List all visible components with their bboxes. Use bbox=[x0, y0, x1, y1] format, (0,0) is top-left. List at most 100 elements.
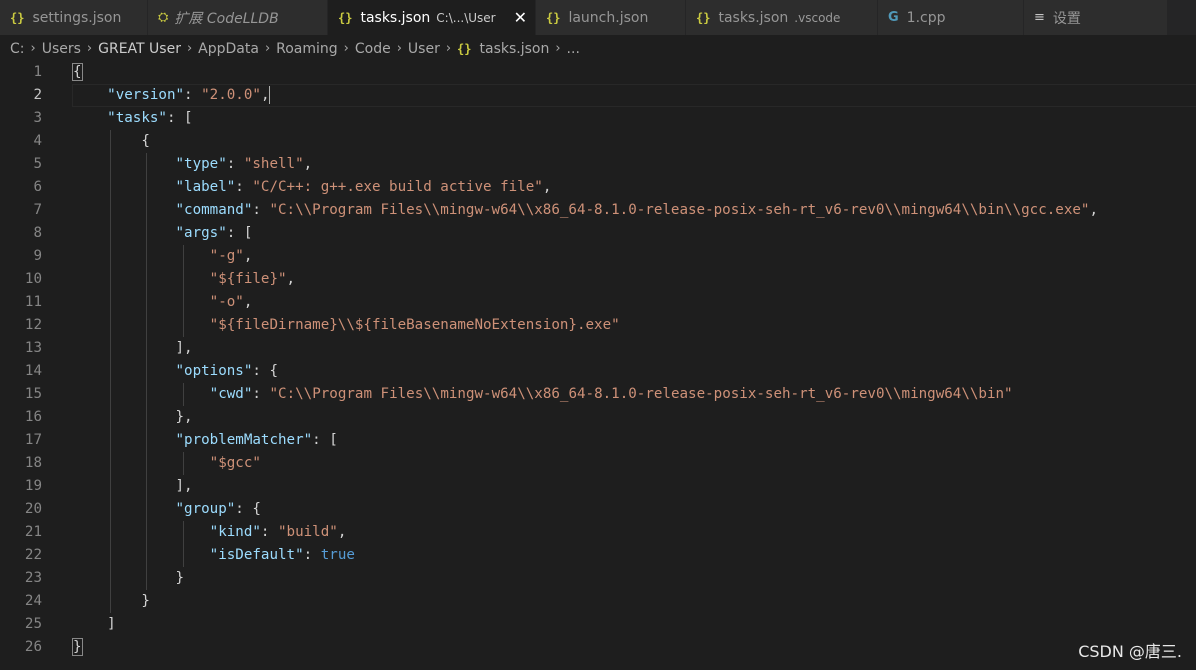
line-number: 7 bbox=[33, 202, 42, 218]
code-text: ] bbox=[73, 616, 116, 632]
indent-guide bbox=[109, 475, 111, 498]
tab-description: C:\...\User bbox=[436, 10, 496, 25]
breadcrumb-item[interactable]: C: bbox=[10, 41, 25, 57]
tab-label: tasks.json bbox=[360, 9, 431, 26]
indent-guide bbox=[146, 222, 148, 245]
json-braces-icon: {} bbox=[696, 10, 711, 25]
indent-guide bbox=[146, 383, 148, 406]
code-line[interactable]: 9 "-g", bbox=[0, 245, 1196, 268]
chevron-right-icon: › bbox=[555, 41, 561, 56]
line-number: 18 bbox=[24, 455, 42, 471]
code-text: "$gcc" bbox=[209, 455, 261, 471]
indent-guide bbox=[146, 406, 148, 429]
line-number: 4 bbox=[33, 133, 42, 149]
line-number: 22 bbox=[24, 547, 42, 563]
tab-tasks-json-vscode[interactable]: {} tasks.json .vscode bbox=[686, 0, 878, 35]
indent-guide bbox=[146, 176, 148, 199]
breadcrumb-item[interactable]: Code bbox=[355, 41, 391, 57]
code-text: "isDefault": true bbox=[209, 547, 355, 563]
indent-guide bbox=[146, 498, 148, 521]
menu-icon: ≡ bbox=[1034, 10, 1045, 25]
tab-label: 1.cpp bbox=[906, 9, 946, 26]
code-text: "tasks": [ bbox=[107, 110, 193, 126]
code-text: "cwd": "C:\\Program Files\\mingw-w64\\x8… bbox=[209, 386, 1013, 402]
line-number: 17 bbox=[24, 432, 42, 448]
breadcrumb-item[interactable]: Users bbox=[42, 41, 81, 57]
code-line[interactable]: 17 "problemMatcher": [ bbox=[0, 429, 1196, 452]
code-text: } bbox=[72, 638, 83, 656]
code-line[interactable]: 21 "kind": "build", bbox=[0, 521, 1196, 544]
line-number: 21 bbox=[24, 524, 42, 540]
tab-settings-ui[interactable]: ≡ 设置 bbox=[1024, 0, 1168, 35]
tab-launch-json[interactable]: {} launch.json bbox=[536, 0, 686, 35]
indent-guide bbox=[109, 452, 111, 475]
code-line[interactable]: 11 "-o", bbox=[0, 291, 1196, 314]
code-line[interactable]: 19 ], bbox=[0, 475, 1196, 498]
indent-guide bbox=[109, 222, 111, 245]
code-line[interactable]: 26} bbox=[0, 636, 1196, 659]
code-editor[interactable]: 1{2 "version": "2.0.0", 3 "tasks": [4 {5 … bbox=[0, 61, 1196, 670]
code-text: "problemMatcher": [ bbox=[175, 432, 338, 448]
breadcrumb-item[interactable]: tasks.json bbox=[480, 41, 550, 57]
tab-extension-codelldb[interactable]: ⛭ 扩展 CodeLLDB bbox=[148, 0, 328, 35]
code-line[interactable]: 10 "${file}", bbox=[0, 268, 1196, 291]
indent-guide bbox=[146, 153, 148, 176]
code-line[interactable]: 22 "isDefault": true bbox=[0, 544, 1196, 567]
breadcrumb-item[interactable]: User bbox=[408, 41, 440, 57]
tab-1-cpp[interactable]: G 1.cpp bbox=[878, 0, 1024, 35]
breadcrumb-item[interactable]: AppData bbox=[198, 41, 259, 57]
line-number: 11 bbox=[24, 294, 42, 310]
code-line[interactable]: 4 { bbox=[0, 130, 1196, 153]
chevron-right-icon: › bbox=[186, 41, 193, 56]
code-line[interactable]: 15 "cwd": "C:\\Program Files\\mingw-w64\… bbox=[0, 383, 1196, 406]
line-number: 19 bbox=[24, 478, 42, 494]
code-text: { bbox=[72, 63, 83, 81]
line-number: 3 bbox=[33, 110, 42, 126]
code-text: "${fileDirname}\\${fileBasenameNoExtensi… bbox=[209, 317, 620, 333]
code-line[interactable]: 20 "group": { bbox=[0, 498, 1196, 521]
tab-settings-json[interactable]: {} settings.json bbox=[0, 0, 148, 35]
breadcrumb-item[interactable]: GREAT User bbox=[98, 41, 181, 57]
breadcrumb-item[interactable]: ... bbox=[567, 41, 580, 57]
close-icon[interactable]: ✕ bbox=[514, 8, 527, 27]
code-line[interactable]: 7 "command": "C:\\Program Files\\mingw-w… bbox=[0, 199, 1196, 222]
line-number: 24 bbox=[24, 593, 42, 609]
code-line[interactable]: 24 } bbox=[0, 590, 1196, 613]
code-line[interactable]: 13 ], bbox=[0, 337, 1196, 360]
code-line[interactable]: 25 ] bbox=[0, 613, 1196, 636]
code-line[interactable]: 6 "label": "C/C++: g++.exe build active … bbox=[0, 176, 1196, 199]
code-line[interactable]: 14 "options": { bbox=[0, 360, 1196, 383]
code-line[interactable]: 3 "tasks": [ bbox=[0, 107, 1196, 130]
code-line[interactable]: 1{ bbox=[0, 61, 1196, 84]
indent-guide bbox=[146, 475, 148, 498]
line-number: 23 bbox=[24, 570, 42, 586]
code-text: ], bbox=[73, 478, 193, 494]
code-text: "version": "2.0.0", bbox=[107, 86, 271, 104]
indent-guide bbox=[109, 245, 111, 268]
code-line[interactable]: 2 "version": "2.0.0", bbox=[0, 84, 1196, 107]
chevron-right-icon: › bbox=[86, 41, 93, 56]
indent-guide bbox=[109, 521, 111, 544]
code-line[interactable]: 8 "args": [ bbox=[0, 222, 1196, 245]
code-line[interactable]: 5 "type": "shell", bbox=[0, 153, 1196, 176]
indent-guide bbox=[109, 337, 111, 360]
line-number: 2 bbox=[33, 87, 42, 103]
line-number: 1 bbox=[33, 64, 42, 80]
json-braces-icon: {} bbox=[457, 41, 472, 56]
indent-guide bbox=[109, 498, 111, 521]
breadcrumb-item[interactable]: Roaming bbox=[276, 41, 338, 57]
indent-guide bbox=[182, 314, 184, 337]
indent-guide bbox=[146, 429, 148, 452]
code-line[interactable]: 23 } bbox=[0, 567, 1196, 590]
code-line[interactable]: 18 "$gcc" bbox=[0, 452, 1196, 475]
indent-guide bbox=[146, 314, 148, 337]
line-number: 25 bbox=[24, 616, 42, 632]
indent-guide bbox=[146, 291, 148, 314]
code-line[interactable]: 16 }, bbox=[0, 406, 1196, 429]
tab-label: 扩展 CodeLLDB bbox=[174, 10, 279, 27]
code-line[interactable]: 12 "${fileDirname}\\${fileBasenameNoExte… bbox=[0, 314, 1196, 337]
code-text: "args": [ bbox=[175, 225, 253, 241]
indent-guide bbox=[109, 153, 111, 176]
watermark: CSDN @唐三. bbox=[1078, 642, 1182, 661]
tab-tasks-json-user[interactable]: {} tasks.json C:\...\User ✕ bbox=[328, 0, 536, 35]
